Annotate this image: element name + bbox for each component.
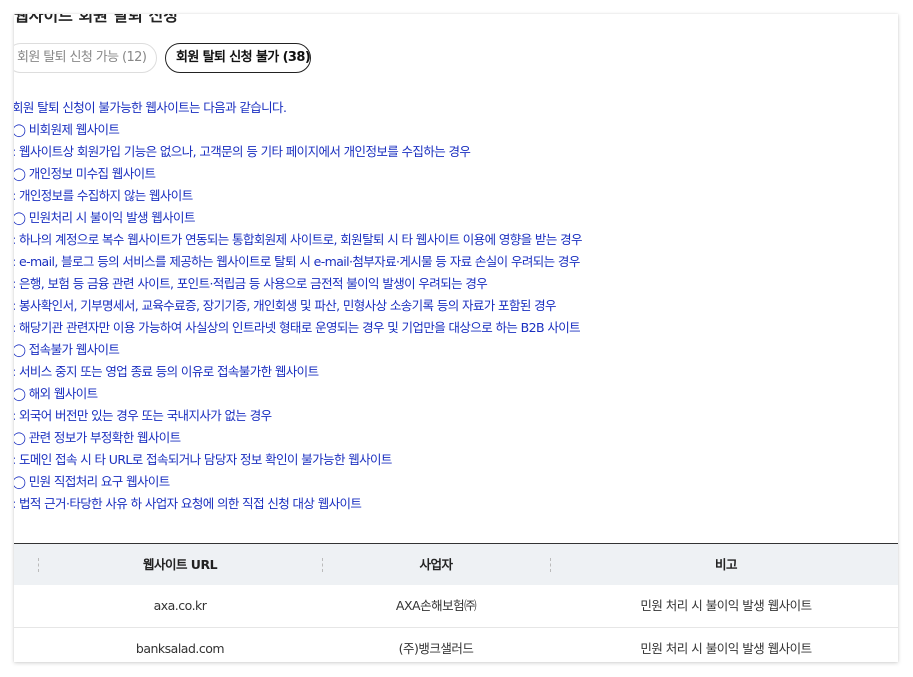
criteria-detail: : 하나의 계정으로 복수 웹사이트가 연동되는 통합회원제 사이트로, 회원탈… (14, 232, 582, 247)
cell-url: axa.co.kr (153, 598, 207, 613)
notice-intro: 회원 탈퇴 신청이 불가능한 웹사이트는 다음과 같습니다. (14, 100, 287, 115)
criteria-heading: ◯ 해외 웹사이트 (14, 386, 98, 401)
cell-company: AXA손해보험㈜ (395, 598, 477, 613)
column-header-url: 웹사이트 URL (142, 557, 218, 572)
withdrawal-panel: 웹사이트 회원 탈퇴 신청 회원 탈퇴 신청 가능 (12) 회원 탈퇴 신청 … (14, 14, 898, 662)
criteria-detail: : 법적 근거·타당한 사유 하 사업자 요청에 의한 직접 신청 대상 웹사이… (14, 496, 362, 511)
criteria-detail: : 외국어 버전만 있는 경우 또는 국내지사가 없는 경우 (14, 408, 272, 423)
page-title: 웹사이트 회원 탈퇴 신청 (14, 14, 178, 25)
criteria-detail: : 개인정보를 수집하지 않는 웹사이트 (14, 188, 193, 203)
table-header: 웹사이트 URL 사업자 비고 (14, 544, 898, 585)
column-header-company: 사업자 (419, 557, 453, 572)
criteria-detail: : 서비스 중지 또는 영업 종료 등의 이유로 접속불가한 웹사이트 (14, 364, 319, 379)
table-row[interactable]: banksalad.com (주)뱅크샐러드 민원 처리 시 불이익 발생 웹사… (14, 628, 898, 662)
table-row[interactable]: axa.co.kr AXA손해보험㈜ 민원 처리 시 불이익 발생 웹사이트 (14, 585, 898, 628)
page: 웹사이트 회원 탈퇴 신청 회원 탈퇴 신청 가능 (12) 회원 탈퇴 신청 … (0, 0, 913, 677)
column-header-note: 비고 (714, 557, 738, 572)
criteria-detail: : e-mail, 블로그 등의 서비스를 제공하는 웹사이트로 탈퇴 시 e-… (14, 254, 580, 269)
cell-url: banksalad.com (135, 641, 225, 656)
unavailable-criteria-list: 회원 탈퇴 신청이 불가능한 웹사이트는 다음과 같습니다. ◯ 비회원제 웹사… (14, 99, 582, 517)
criteria-heading: ◯ 접속불가 웹사이트 (14, 342, 120, 357)
cell-note: 민원 처리 시 불이익 발생 웹사이트 (640, 598, 812, 613)
criteria-heading: ◯ 비회원제 웹사이트 (14, 122, 120, 137)
criteria-heading: ◯ 민원 직접처리 요구 웹사이트 (14, 474, 170, 489)
criteria-detail: : 도메인 접속 시 타 URL로 접속되거나 담당자 정보 확인이 불가능한 … (14, 452, 392, 467)
criteria-heading: ◯ 관련 정보가 부정확한 웹사이트 (14, 430, 181, 445)
cell-note: 민원 처리 시 불이익 발생 웹사이트 (640, 641, 812, 656)
cell-company: (주)뱅크샐러드 (398, 641, 474, 656)
criteria-heading: ◯ 개인정보 미수집 웹사이트 (14, 166, 156, 181)
criteria-detail: : 웹사이트상 회원가입 기능은 없으나, 고객문의 등 기타 페이지에서 개인… (14, 144, 471, 159)
criteria-heading: ◯ 민원처리 시 불이익 발생 웹사이트 (14, 210, 195, 225)
tab-withdrawal-available[interactable]: 회원 탈퇴 신청 가능 (12) (14, 43, 157, 73)
website-table: 웹사이트 URL 사업자 비고 axa.co.kr AXA손해보험㈜ 민원 처리… (14, 543, 898, 662)
tab-withdrawal-unavailable[interactable]: 회원 탈퇴 신청 불가 (38) (165, 43, 311, 73)
criteria-detail: : 해당기관 관련자만 이용 가능하여 사실상의 인트라넷 형태로 운영되는 경… (14, 320, 581, 335)
criteria-detail: : 은행, 보험 등 금융 관련 사이트, 포인트·적립금 등 사용으로 금전적… (14, 276, 488, 291)
criteria-detail: : 봉사확인서, 기부명세서, 교육수료증, 장기기증, 개인회생 및 파산, … (14, 298, 557, 313)
